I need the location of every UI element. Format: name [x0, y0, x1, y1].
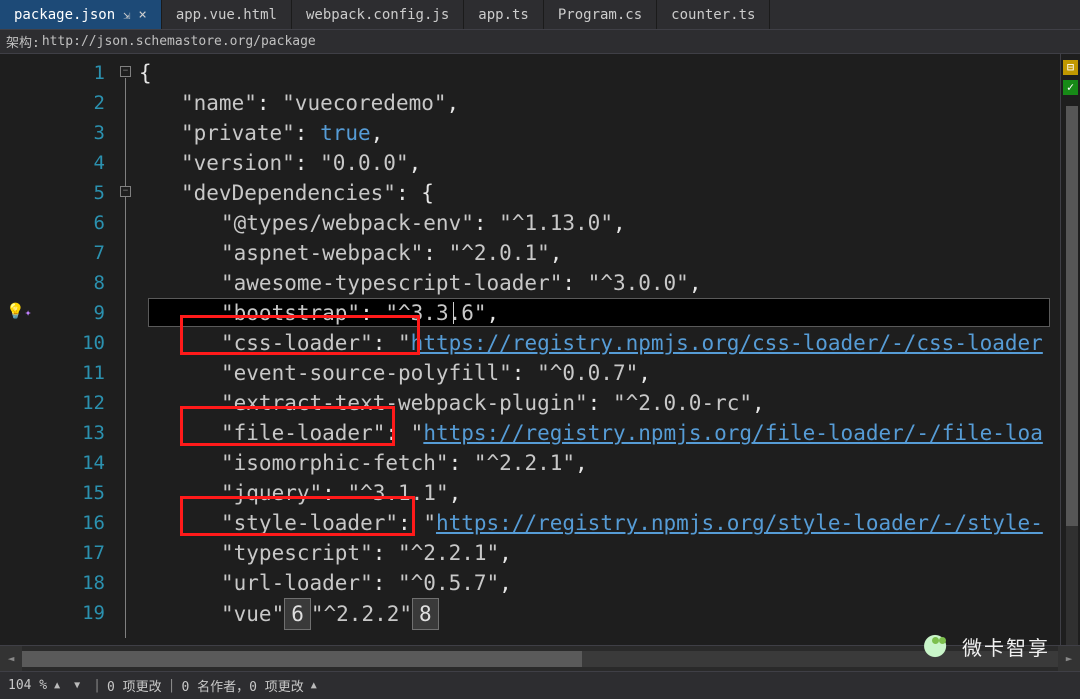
line-number-gutter: 1 2 3 4 5 6 7 8 9 10 11 12 13 14 15 16 1…: [38, 54, 133, 670]
code-line: "isomorphic-fetch": "^2.2.1",: [133, 448, 1080, 478]
watermark-text: 微卡智享: [962, 632, 1050, 661]
editor[interactable]: 💡✦ 1 2 3 4 5 6 7 8 9 10 11 12 13 14 15 1…: [0, 54, 1080, 670]
fold-toggle[interactable]: −: [120, 186, 131, 197]
line-number: 14: [38, 448, 133, 478]
fold-guide: [125, 78, 126, 638]
tab-counter-ts[interactable]: counter.ts: [657, 0, 770, 29]
npm-link[interactable]: https://registry.npmjs.org/file-loader/-…: [423, 421, 1043, 445]
watermark: 微卡智享: [918, 627, 1050, 665]
close-icon[interactable]: ×: [138, 8, 146, 22]
line-number: 5: [38, 178, 133, 208]
line-number: 2: [38, 88, 133, 118]
status-ok-icon: ✓: [1063, 80, 1078, 95]
tab-label: package.json: [14, 7, 115, 23]
code-line: "@types/webpack-env": "^1.13.0",: [133, 208, 1080, 238]
chevron-up-icon[interactable]: ▲: [308, 680, 320, 691]
code-line: "jquery": "^3.1.1",: [133, 478, 1080, 508]
scrollbar-thumb[interactable]: [22, 651, 582, 667]
code-line: {: [133, 58, 1080, 88]
scrollbar-track[interactable]: [22, 651, 1058, 667]
code-line: "bootstrap": "^3.3.6",: [133, 298, 1080, 328]
npm-link[interactable]: https://registry.npmjs.org/css-loader/-/…: [411, 331, 1043, 355]
tab-bar: package.json ⇲ × app.vue.html webpack.co…: [0, 0, 1080, 30]
line-number: 7: [38, 238, 133, 268]
code-line: "vue"6"^2.2.2"8: [133, 598, 1080, 628]
code-line: "version": "0.0.0",: [133, 148, 1080, 178]
line-number: 8: [38, 268, 133, 298]
code-line: "name": "vuecoredemo",: [133, 88, 1080, 118]
line-number: 13: [38, 418, 133, 448]
code-area[interactable]: { "name": "vuecoredemo", "private": true…: [133, 54, 1080, 670]
tab-label: app.ts: [478, 7, 529, 23]
split-editor-icon[interactable]: ⊟: [1063, 60, 1078, 75]
zoom-level[interactable]: 104 %: [8, 678, 47, 693]
line-number: 9: [38, 298, 133, 328]
rename-field[interactable]: 6: [284, 598, 311, 630]
chevron-down-icon[interactable]: ▼: [71, 680, 83, 691]
code-line: "aspnet-webpack": "^2.0.1",: [133, 238, 1080, 268]
tab-webpack-config[interactable]: webpack.config.js: [292, 0, 464, 29]
code-line: "css-loader": "https://registry.npmjs.or…: [133, 328, 1080, 358]
line-number: 3: [38, 118, 133, 148]
tab-label: Program.cs: [558, 7, 642, 23]
glyph-margin: [0, 54, 38, 670]
line-number: 1: [38, 58, 133, 88]
rename-field[interactable]: 8: [412, 598, 439, 630]
line-number: 19: [38, 598, 133, 628]
code-line: "extract-text-webpack-plugin": "^2.0.0-r…: [133, 388, 1080, 418]
line-number: 15: [38, 478, 133, 508]
line-number: 11: [38, 358, 133, 388]
schema-navbar: 架构: http://json.schemastore.org/package: [0, 30, 1080, 54]
npm-link[interactable]: https://registry.npmjs.org/style-loader/…: [436, 511, 1043, 535]
overview-ruler: ⊟ ✓: [1060, 54, 1080, 670]
chevron-up-icon[interactable]: ▲: [51, 680, 63, 691]
code-line: "awesome-typescript-loader": "^3.0.0",: [133, 268, 1080, 298]
line-number: 4: [38, 148, 133, 178]
line-number: 16: [38, 508, 133, 538]
line-number: 18: [38, 568, 133, 598]
code-line: "url-loader": "^0.5.7",: [133, 568, 1080, 598]
code-line: "event-source-polyfill": "^0.0.7",: [133, 358, 1080, 388]
scroll-right-icon[interactable]: ►: [1058, 646, 1080, 672]
tab-label: counter.ts: [671, 7, 755, 23]
lightbulb-icon[interactable]: 💡✦: [6, 302, 31, 320]
schema-url[interactable]: http://json.schemastore.org/package: [42, 34, 1074, 49]
tab-app-vue-html[interactable]: app.vue.html: [162, 0, 292, 29]
status-authors[interactable]: 0 名作者，0 项更改: [181, 676, 303, 695]
code-line: "style-loader": "https://registry.npmjs.…: [133, 508, 1080, 538]
line-number: 12: [38, 388, 133, 418]
tab-package-json[interactable]: package.json ⇲ ×: [0, 0, 162, 29]
tab-label: app.vue.html: [176, 7, 277, 23]
pin-icon[interactable]: ⇲: [123, 8, 130, 22]
status-changes[interactable]: 0 项更改: [107, 676, 162, 695]
tab-app-ts[interactable]: app.ts: [464, 0, 544, 29]
code-line: "file-loader": "https://registry.npmjs.o…: [133, 418, 1080, 448]
schema-label: 架构:: [6, 32, 40, 51]
line-number: 10: [38, 328, 133, 358]
scroll-left-icon[interactable]: ◄: [0, 646, 22, 672]
fold-toggle[interactable]: −: [120, 66, 131, 77]
code-line: "devDependencies": {: [133, 178, 1080, 208]
tab-label: webpack.config.js: [306, 7, 449, 23]
code-line: "private": true,: [133, 118, 1080, 148]
text-caret: [453, 302, 454, 324]
watermark-logo-icon: [918, 627, 956, 665]
line-number: 17: [38, 538, 133, 568]
line-number: 6: [38, 208, 133, 238]
status-bar: 104 % ▲ ▼ | 0 项更改 | 0 名作者，0 项更改 ▲: [0, 671, 1080, 699]
code-line: "typescript": "^2.2.1",: [133, 538, 1080, 568]
tab-program-cs[interactable]: Program.cs: [544, 0, 657, 29]
